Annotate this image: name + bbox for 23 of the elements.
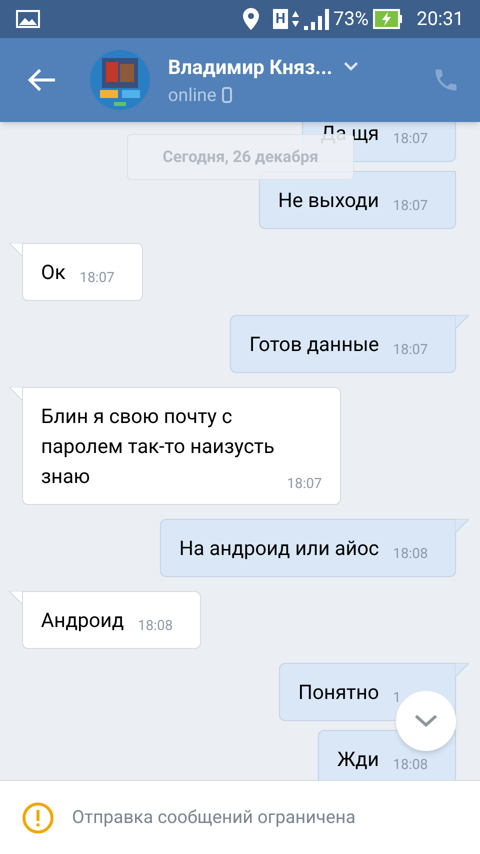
message-time: 18:08	[393, 756, 429, 775]
message-text: Жди	[337, 746, 379, 773]
message-time: 18:07	[393, 341, 429, 360]
message-text: Не выходи	[278, 187, 379, 214]
message-text: Блин я свою почту с паролем так-то наизусть знаю	[41, 403, 276, 490]
network-type: H	[272, 9, 288, 29]
notice-text: Отправка сообщений ограничена	[72, 806, 356, 830]
message-time: 18:07	[393, 130, 429, 149]
contact-name: Владимир Княз...	[168, 54, 332, 80]
message-time: 18:07	[393, 197, 429, 216]
message-time: 18:07	[287, 475, 322, 494]
message-text: Понятно	[298, 679, 379, 706]
clock: 20:31	[416, 6, 464, 32]
message-text: На андроид или айос	[179, 535, 379, 562]
message-time: 18:08	[138, 617, 174, 636]
message-time: 18:07	[80, 269, 116, 288]
battery-percent: 73%	[333, 6, 369, 32]
message-text: Ок	[41, 259, 66, 286]
online-status: online	[168, 84, 216, 108]
message-text: Готов данные	[249, 331, 379, 358]
message-text: Андроид	[41, 607, 124, 634]
message-time: 1	[393, 689, 402, 708]
message-time: 18:08	[393, 545, 429, 564]
